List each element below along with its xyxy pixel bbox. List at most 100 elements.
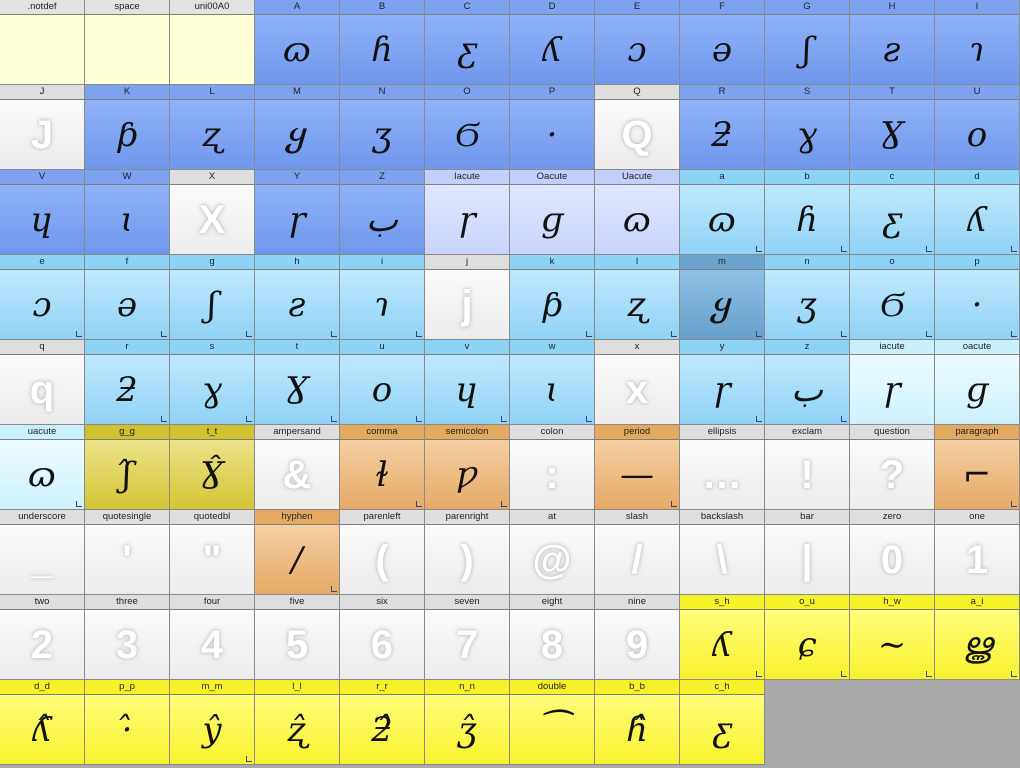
glyph-cell[interactable]: at @	[510, 510, 595, 595]
glyph-cell[interactable]: colon:	[510, 425, 595, 510]
glyph-cell[interactable]: Fə	[680, 0, 765, 85]
glyph-cell[interactable]: m_m ŷ	[170, 680, 255, 765]
glyph-cell[interactable]: uo	[340, 340, 425, 425]
glyph-cell[interactable]: XX	[170, 170, 255, 255]
glyph-cell[interactable]: p_p ·̂	[85, 680, 170, 765]
glyph-cell[interactable]: Eɔ	[595, 0, 680, 85]
glyph-cell[interactable]: mყ	[680, 255, 765, 340]
glyph-cell[interactable]: cƹ	[850, 170, 935, 255]
glyph-cell[interactable]: .notdef	[0, 0, 85, 85]
glyph-cell[interactable]: nʒ	[765, 255, 850, 340]
glyph-cell[interactable]: Wɩ	[85, 170, 170, 255]
glyph-cell[interactable]: oϬ	[850, 255, 935, 340]
glyph-cell[interactable]: ellipsis…	[680, 425, 765, 510]
glyph-cell[interactable]: OϬ	[425, 85, 510, 170]
glyph-cell[interactable]: question?	[850, 425, 935, 510]
glyph-cell[interactable]: oacute ɡ	[935, 340, 1020, 425]
glyph-cell[interactable]: sɣ	[170, 340, 255, 425]
glyph-cell[interactable]: d_d ʎ̂	[0, 680, 85, 765]
glyph-cell[interactable]: a_i ൠ	[935, 595, 1020, 680]
glyph-cell[interactable]: Iacute ɼ	[425, 170, 510, 255]
glyph-cell[interactable]: t_t Ɣ̂	[170, 425, 255, 510]
glyph-cell[interactable]: l_l ʐ̂	[255, 680, 340, 765]
glyph-cell[interactable]: jj	[425, 255, 510, 340]
glyph-cell[interactable]: fə	[85, 255, 170, 340]
glyph-cell[interactable]: iacute ɼ	[850, 340, 935, 425]
glyph-cell[interactable]: p ·	[935, 255, 1020, 340]
glyph-cell[interactable]: P ·	[510, 85, 595, 170]
glyph-cell[interactable]: space	[85, 0, 170, 85]
glyph-cell[interactable]: bar |	[765, 510, 850, 595]
glyph-cell[interactable]: Mყ	[255, 85, 340, 170]
glyph-cell[interactable]: five 5	[255, 595, 340, 680]
glyph-cell[interactable]: ampersand &	[255, 425, 340, 510]
glyph-cell[interactable]: parenright)	[425, 510, 510, 595]
glyph-cell[interactable]: eight 8	[510, 595, 595, 680]
glyph-cell[interactable]: xx	[595, 340, 680, 425]
glyph-cell[interactable]: exclam!	[765, 425, 850, 510]
glyph-cell[interactable]: Cƹ	[425, 0, 510, 85]
glyph-cell[interactable]: Iɿ	[935, 0, 1020, 85]
glyph-cell[interactable]: QQ	[595, 85, 680, 170]
glyph-cell[interactable]: Uacute ɷ	[595, 170, 680, 255]
glyph-cell[interactable]: TƔ	[850, 85, 935, 170]
glyph-cell[interactable]: quotesingle '	[85, 510, 170, 595]
glyph-cell[interactable]: uni00A0	[170, 0, 255, 85]
glyph-cell[interactable]: iɿ	[340, 255, 425, 340]
glyph-cell[interactable]: bɦ	[765, 170, 850, 255]
glyph-cell[interactable]: hƨ	[255, 255, 340, 340]
glyph-cell[interactable]: dʎ	[935, 170, 1020, 255]
glyph-cell[interactable]: Vɥ	[0, 170, 85, 255]
glyph-cell[interactable]: Kƥ	[85, 85, 170, 170]
glyph-cell[interactable]: Nʒ	[340, 85, 425, 170]
glyph-cell[interactable]: seven 7	[425, 595, 510, 680]
glyph-cell[interactable]: semicolon ƿ	[425, 425, 510, 510]
glyph-cell[interactable]: uacute ɷ	[0, 425, 85, 510]
glyph-cell[interactable]: three 3	[85, 595, 170, 680]
glyph-cell[interactable]: r_r ƻ̂	[340, 680, 425, 765]
glyph-cell[interactable]: kƥ	[510, 255, 595, 340]
glyph-cell[interactable]: g_g ʃ̂	[85, 425, 170, 510]
glyph-cell[interactable]: JJ	[0, 85, 85, 170]
glyph-cell[interactable]: qq	[0, 340, 85, 425]
glyph-cell[interactable]: tƔ	[255, 340, 340, 425]
glyph-cell[interactable]: Gʃ	[765, 0, 850, 85]
glyph-cell[interactable]: slash /	[595, 510, 680, 595]
glyph-cell[interactable]: aɷ	[680, 170, 765, 255]
glyph-cell[interactable]: period —	[595, 425, 680, 510]
glyph-cell[interactable]: Sɣ	[765, 85, 850, 170]
glyph-cell[interactable]: Yɼ	[255, 170, 340, 255]
glyph-cell[interactable]: comma ɫ	[340, 425, 425, 510]
glyph-cell[interactable]: lʐ	[595, 255, 680, 340]
glyph-cell[interactable]: quotedbl "	[170, 510, 255, 595]
glyph-cell[interactable]: Lʐ	[170, 85, 255, 170]
glyph-cell[interactable]: six 6	[340, 595, 425, 680]
glyph-cell[interactable]: yɼ	[680, 340, 765, 425]
glyph-cell[interactable]: Oacute ɡ	[510, 170, 595, 255]
glyph-cell[interactable]: s_h ʎ	[680, 595, 765, 680]
glyph-cell[interactable]: n_n ʒ̂	[425, 680, 510, 765]
glyph-cell[interactable]: underscore _	[0, 510, 85, 595]
glyph-cell[interactable]: gʃ	[170, 255, 255, 340]
glyph-cell[interactable]: rƻ	[85, 340, 170, 425]
glyph-cell[interactable]: paragraph ⌐	[935, 425, 1020, 510]
glyph-cell[interactable]: zب	[765, 340, 850, 425]
glyph-cell[interactable]: Rƻ	[680, 85, 765, 170]
glyph-cell[interactable]: c_h ƹ	[680, 680, 765, 765]
glyph-cell[interactable]: nine 9	[595, 595, 680, 680]
glyph-cell[interactable]: one 1	[935, 510, 1020, 595]
glyph-cell[interactable]: four 4	[170, 595, 255, 680]
glyph-cell[interactable]: o_u ɕ	[765, 595, 850, 680]
glyph-cell[interactable]: Hƨ	[850, 0, 935, 85]
glyph-cell[interactable]: h_w ∼	[850, 595, 935, 680]
glyph-cell[interactable]: two 2	[0, 595, 85, 680]
glyph-cell[interactable]: parenleft (	[340, 510, 425, 595]
glyph-cell[interactable]: wɩ	[510, 340, 595, 425]
glyph-cell[interactable]: Dʎ	[510, 0, 595, 85]
glyph-cell[interactable]: zero 0	[850, 510, 935, 595]
glyph-cell[interactable]: double ⁀	[510, 680, 595, 765]
glyph-cell[interactable]: eɔ	[0, 255, 85, 340]
glyph-cell[interactable]: hyphen /	[255, 510, 340, 595]
glyph-cell[interactable]: Bɦ	[340, 0, 425, 85]
glyph-cell[interactable]: Aɷ	[255, 0, 340, 85]
